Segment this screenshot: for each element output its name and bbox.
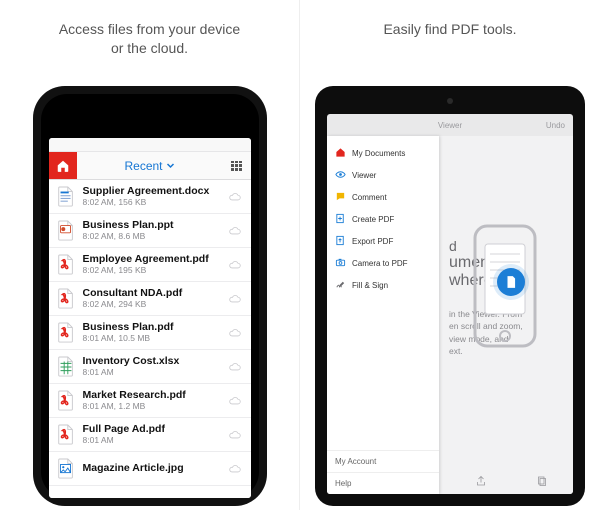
file-meta: 8:01 AM, 10.5 MB (83, 334, 227, 343)
caption-right: Easily find PDF tools. (383, 20, 516, 76)
sidebar-item-fill-sign[interactable]: Fill & Sign (327, 274, 439, 296)
eye-icon (335, 169, 346, 182)
cloud-status-icon (227, 260, 243, 270)
file-meta: 8:02 AM, 294 KB (83, 300, 227, 309)
file-name: Magazine Article.jpg (83, 463, 227, 475)
grid-icon (231, 161, 243, 171)
xlsx-file-icon (55, 355, 77, 379)
view-mode-button[interactable] (223, 152, 251, 179)
file-meta: 8:02 AM, 195 KB (83, 266, 227, 275)
sidebar-footer-my-account[interactable]: My Account (327, 450, 439, 472)
sidebar-item-comment[interactable]: Comment (327, 186, 439, 208)
ios-status-bar (49, 138, 251, 152)
hero-illustration (455, 216, 555, 376)
file-row[interactable]: Market Research.pdf8:01 AM, 1.2 MB (49, 384, 251, 418)
sidebar-item-label: Export PDF (352, 237, 393, 246)
pages-icon[interactable] (536, 475, 548, 487)
sidebar-item-label: Create PDF (352, 215, 394, 224)
home-button[interactable] (49, 152, 77, 179)
pdf-file-icon (55, 321, 77, 345)
sidebar-item-create-pdf[interactable]: Create PDF (327, 208, 439, 230)
file-row[interactable]: Full Page Ad.pdf8:01 AM (49, 418, 251, 452)
export-icon (335, 235, 346, 248)
cloud-status-icon (227, 294, 243, 304)
tablet-header: Viewer Undo (327, 114, 573, 136)
file-meta: 8:01 AM, 1.2 MB (83, 402, 227, 411)
sidebar-item-label: Help (335, 479, 351, 488)
file-name: Supplier Agreement.docx (83, 186, 227, 198)
file-meta: 8:02 AM, 8.6 MB (83, 232, 227, 241)
cloud-status-icon (227, 464, 243, 474)
sidebar-item-my-documents[interactable]: My Documents (327, 142, 439, 164)
file-name: Market Research.pdf (83, 390, 227, 402)
file-row[interactable]: Inventory Cost.xlsx8:01 AM (49, 350, 251, 384)
file-row[interactable]: Magazine Article.jpg (49, 452, 251, 486)
file-meta: 8:01 AM (83, 436, 227, 445)
phone-device: Recent Supplier Agreement.docx8:02 AM, 1… (33, 86, 267, 506)
cloud-status-icon (227, 430, 243, 440)
sidebar: My Documents Viewer Comment Create PDF Expor… (327, 136, 439, 494)
tablet-title: Viewer (438, 121, 462, 130)
file-name: Business Plan.ppt (83, 220, 227, 232)
file-name: Inventory Cost.xlsx (83, 356, 227, 368)
file-name: Full Page Ad.pdf (83, 424, 227, 436)
file-name: Business Plan.pdf (83, 322, 227, 334)
camera-icon (335, 257, 346, 270)
tablet-device: Viewer Undo d uments where in the Viewer… (315, 86, 585, 506)
pdf-file-icon (55, 253, 77, 277)
ppt-file-icon (55, 219, 77, 243)
home-icon (56, 159, 70, 173)
cloud-status-icon (227, 396, 243, 406)
file-meta: 8:01 AM (83, 368, 227, 377)
sidebar-item-label: My Account (335, 457, 376, 466)
sidebar-item-label: Viewer (352, 171, 376, 180)
file-list[interactable]: Supplier Agreement.docx8:02 AM, 156 KBBu… (49, 180, 251, 498)
file-row[interactable]: Business Plan.pdf8:01 AM, 10.5 MB (49, 316, 251, 350)
cloud-status-icon (227, 362, 243, 372)
jpg-file-icon (55, 457, 77, 481)
comment-icon (335, 191, 346, 204)
cloud-status-icon (227, 328, 243, 338)
sidebar-item-label: Fill & Sign (352, 281, 388, 290)
share-icon[interactable] (475, 475, 487, 487)
create-icon (335, 213, 346, 226)
sidebar-footer-help[interactable]: Help (327, 472, 439, 494)
cloud-status-icon (227, 192, 243, 202)
tablet-undo[interactable]: Undo (546, 121, 565, 130)
sidebar-item-export-pdf[interactable]: Export PDF (327, 230, 439, 252)
sidebar-item-label: Comment (352, 193, 387, 202)
chevron-down-icon (166, 161, 175, 170)
file-row[interactable]: Employee Agreement.pdf8:02 AM, 195 KB (49, 248, 251, 282)
pdf-file-icon (55, 389, 77, 413)
sign-icon (335, 279, 346, 292)
sidebar-item-label: My Documents (352, 149, 405, 158)
sidebar-item-camera-to-pdf[interactable]: Camera to PDF (327, 252, 439, 274)
file-row[interactable]: Business Plan.ppt8:02 AM, 8.6 MB (49, 214, 251, 248)
pdf-file-icon (55, 287, 77, 311)
file-row[interactable]: Supplier Agreement.docx8:02 AM, 156 KB (49, 180, 251, 214)
file-name: Employee Agreement.pdf (83, 254, 227, 266)
doc-badge-icon (497, 268, 525, 296)
file-name: Consultant NDA.pdf (83, 288, 227, 300)
file-meta: 8:02 AM, 156 KB (83, 198, 227, 207)
caption-left: Access files from your device or the clo… (59, 20, 240, 76)
pdf-file-icon (55, 423, 77, 447)
word-file-icon (55, 185, 77, 209)
nav-title-dropdown[interactable]: Recent (77, 152, 223, 179)
cloud-status-icon (227, 226, 243, 236)
nav-title: Recent (124, 159, 162, 173)
sidebar-item-label: Camera to PDF (352, 259, 408, 268)
file-row[interactable]: Consultant NDA.pdf8:02 AM, 294 KB (49, 282, 251, 316)
house-icon (335, 147, 346, 160)
sidebar-item-viewer[interactable]: Viewer (327, 164, 439, 186)
